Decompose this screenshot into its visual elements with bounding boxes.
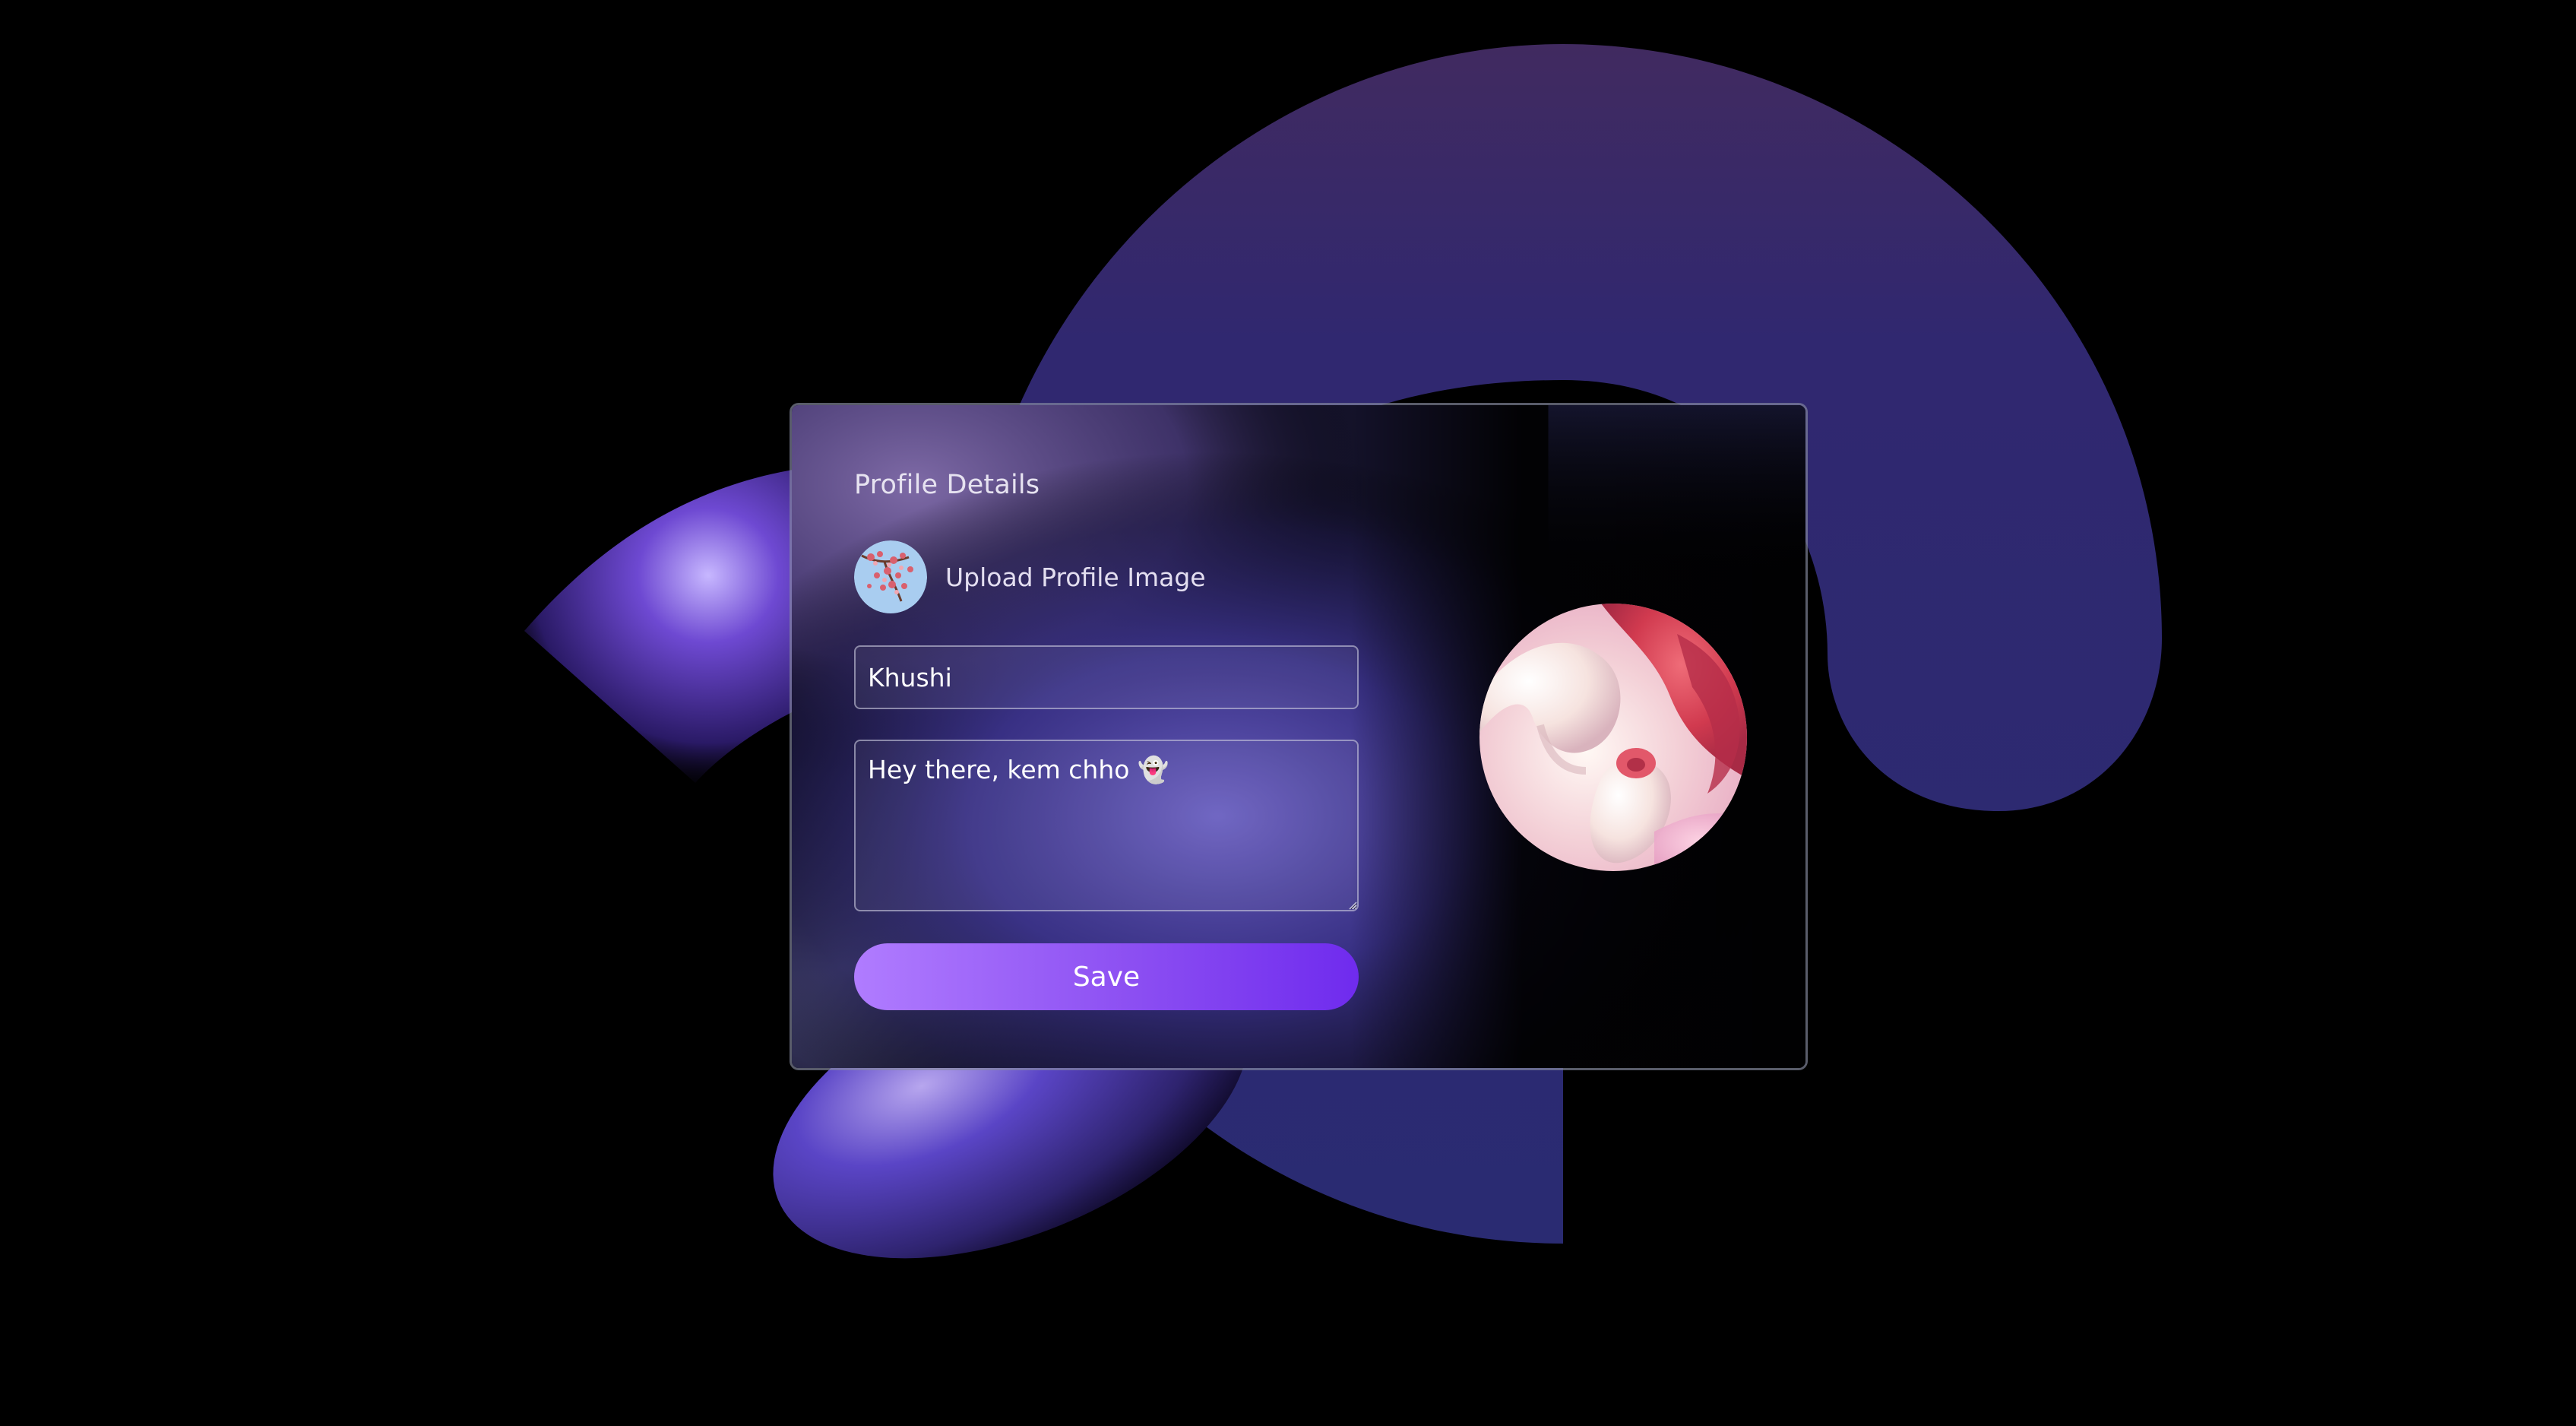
name-input[interactable]: [854, 645, 1359, 709]
card-title: Profile Details: [854, 470, 1040, 500]
app-stage: Profile Details Upload Profile Image Khu…: [0, 0, 2576, 1426]
save-button[interactable]: Save: [854, 943, 1359, 1010]
card-content: Profile Details Upload Profile Image Khu…: [792, 405, 1805, 1068]
abstract-3d-swirl-image-icon: [1479, 604, 1747, 871]
upload-label: Upload Profile Image: [945, 562, 1206, 592]
profile-card: Profile Details Upload Profile Image Khu…: [790, 403, 1808, 1070]
cherry-blossom-avatar-icon: [854, 540, 927, 613]
upload-profile-image-button[interactable]: Upload Profile Image: [854, 540, 1206, 613]
bio-textarea[interactable]: Hey there, kem chho 👻: [854, 740, 1359, 911]
